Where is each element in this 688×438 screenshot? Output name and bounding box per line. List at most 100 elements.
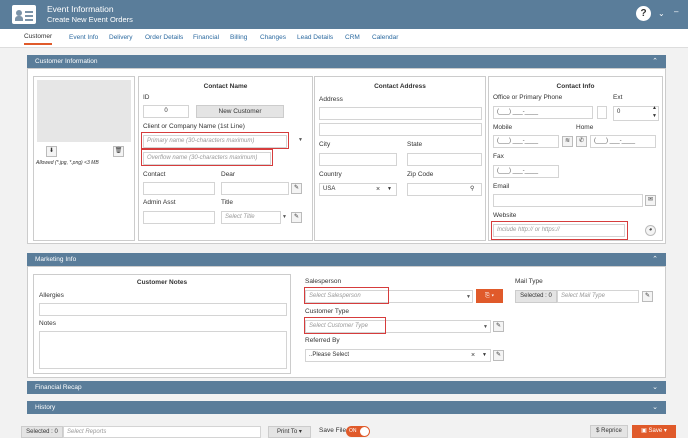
address-line1-input[interactable] xyxy=(319,107,482,120)
tab-financial[interactable]: Financial xyxy=(193,34,219,41)
phone-icon[interactable]: ✆ xyxy=(576,136,587,147)
admin-input[interactable] xyxy=(143,211,215,224)
reprice-label: Reprice xyxy=(601,428,622,434)
financial-recap-header[interactable]: Financial Recap ⌄ xyxy=(27,381,666,394)
edit-customer-type-icon[interactable]: ✎ xyxy=(493,321,504,332)
save-label: Save xyxy=(648,428,663,434)
delete-photo-icon[interactable]: 🗑 xyxy=(113,146,124,157)
chevron-down-icon[interactable]: ▼ xyxy=(482,350,487,361)
chevron-down-icon[interactable]: ⌄ xyxy=(652,401,658,414)
id-field[interactable]: 0 xyxy=(143,105,189,118)
chevron-down-icon[interactable]: ▼ xyxy=(483,324,488,330)
contact-label: Contact xyxy=(143,171,166,178)
dear-input[interactable] xyxy=(221,182,289,195)
print-to-button[interactable]: Print To ▾ xyxy=(268,426,311,438)
zip-input[interactable]: ⚲ xyxy=(407,183,482,196)
mobile-input[interactable]: (___) ___-____ xyxy=(493,135,559,148)
city-label: City xyxy=(319,141,331,148)
country-label: Country xyxy=(319,171,342,178)
marketing-info-header[interactable]: Marketing Info ⌃ xyxy=(27,253,666,266)
chevron-down-icon[interactable]: ⌄ xyxy=(652,381,658,394)
title-label: Title xyxy=(221,199,234,206)
country-select[interactable]: USA × ▼ xyxy=(319,183,397,196)
save-file-toggle[interactable]: ON xyxy=(346,426,370,437)
save-file-label: Save File xyxy=(319,427,347,434)
search-icon[interactable]: ⚲ xyxy=(470,184,474,195)
toggle-label: ON xyxy=(349,428,357,434)
tab-crm[interactable]: CRM xyxy=(345,34,360,41)
marketing-info-panel: Customer Notes Allergies Notes Salespers… xyxy=(27,266,666,378)
print-to-label: Print To xyxy=(277,429,298,435)
tab-order-details[interactable]: Order Details xyxy=(145,34,183,41)
notes-textarea[interactable] xyxy=(39,331,287,369)
mail-type-select[interactable]: Select Mail Type xyxy=(557,290,639,303)
city-input[interactable] xyxy=(319,153,397,166)
tab-calendar[interactable]: Calendar xyxy=(372,34,398,41)
minimize-icon[interactable]: – xyxy=(674,7,678,16)
edit-title-icon[interactable]: ✎ xyxy=(291,212,302,223)
reports-select[interactable]: Select Reports xyxy=(63,426,261,438)
website-highlight xyxy=(491,221,628,240)
office-extra-input[interactable] xyxy=(597,106,607,119)
chevron-up-icon[interactable]: ⌃ xyxy=(652,55,658,68)
state-input[interactable] xyxy=(407,153,482,166)
tab-billing[interactable]: Billing xyxy=(230,34,247,41)
tab-customer[interactable]: Customer xyxy=(24,33,53,45)
new-customer-button[interactable]: New Customer xyxy=(196,105,284,118)
tab-delivery[interactable]: Delivery xyxy=(109,34,132,41)
customer-info-header[interactable]: Customer Information ⌃ xyxy=(27,55,666,68)
contact-address-title: Contact Address xyxy=(374,83,426,90)
mobile-label: Mobile xyxy=(493,124,513,131)
chevron-up-icon[interactable]: ⌃ xyxy=(652,253,658,266)
edit-dear-icon[interactable]: ✎ xyxy=(291,183,302,194)
help-button[interactable]: ? xyxy=(636,6,651,21)
tab-lead-details[interactable]: Lead Details xyxy=(297,34,333,41)
clear-icon[interactable]: × xyxy=(376,184,380,195)
toggle-knob xyxy=(360,427,369,436)
fax-input[interactable]: (___) ___-____ xyxy=(493,165,559,178)
edit-referred-by-icon[interactable]: ✎ xyxy=(493,350,504,361)
referred-by-select[interactable]: ..Please Select × ▼ xyxy=(305,349,491,362)
chevron-down-icon[interactable]: ⌄ xyxy=(658,9,665,18)
zip-label: Zip Code xyxy=(407,171,434,178)
envelope-icon[interactable]: ✉ xyxy=(645,195,656,206)
notes-label: Notes xyxy=(39,320,56,327)
tab-event-info[interactable]: Event Info xyxy=(69,34,98,41)
email-label: Email xyxy=(493,183,510,190)
company-label: Client or Company Name (1st Line) xyxy=(143,123,245,130)
office-phone-input[interactable]: (___) ___-____ xyxy=(493,106,593,119)
contact-card-icon xyxy=(12,5,36,24)
email-input[interactable] xyxy=(493,194,643,207)
salesperson-highlight xyxy=(304,287,389,304)
photo-placeholder xyxy=(37,80,131,142)
home-input[interactable]: (___) ___-____ xyxy=(590,135,656,148)
customer-info-panel: ⬇ 🗑 Allowed (*.jpg, *.png) <3 MB Contact… xyxy=(27,68,666,244)
reprice-button[interactable]: $ Reprice xyxy=(590,425,628,438)
save-icon: ▣ xyxy=(641,428,647,434)
chevron-down-icon[interactable]: ▼ xyxy=(387,184,392,195)
rss-icon[interactable]: ≋ xyxy=(562,136,573,147)
address-line2-input[interactable] xyxy=(319,123,482,136)
chevron-down-icon[interactable]: ▼ xyxy=(282,214,287,220)
primary-name-highlight xyxy=(141,132,289,149)
chevron-down-icon[interactable]: ▼ xyxy=(466,294,471,300)
title-select[interactable]: Select Title xyxy=(221,211,281,224)
chevron-down-icon[interactable]: ▼ xyxy=(298,137,303,143)
edit-mail-type-icon[interactable]: ✎ xyxy=(642,291,653,302)
upload-photo-icon[interactable]: ⬇ xyxy=(46,146,57,157)
ext-label: Ext xyxy=(613,94,623,101)
stepper-up-icon[interactable]: ▲ xyxy=(652,105,657,111)
clear-icon[interactable]: × xyxy=(471,350,475,361)
save-button[interactable]: ▣ Save ▾ xyxy=(632,425,676,438)
contact-info-title: Contact Info xyxy=(556,83,595,90)
add-salesperson-button[interactable]: ⎘ ▾ xyxy=(476,289,503,303)
stepper-down-icon[interactable]: ▼ xyxy=(652,113,657,119)
contact-input[interactable] xyxy=(143,182,215,195)
tab-changes[interactable]: Changes xyxy=(260,34,286,41)
history-header[interactable]: History ⌄ xyxy=(27,401,666,414)
admin-label: Admin Asst xyxy=(143,199,176,206)
allergies-input[interactable] xyxy=(39,303,287,316)
globe-icon[interactable]: ◕ xyxy=(645,225,656,236)
contact-info-box: Contact Info Office or Primary Phone (__… xyxy=(488,76,663,241)
customer-info-title: Customer Information xyxy=(35,58,98,65)
